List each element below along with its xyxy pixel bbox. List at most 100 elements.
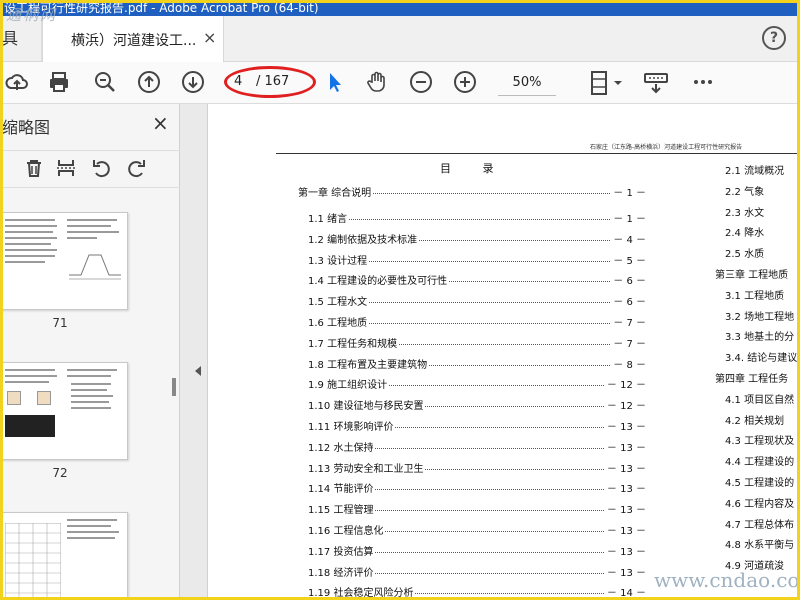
toc-entry-label: 1.13 劳动安全和工业卫生 (308, 459, 426, 475)
toc-entry[interactable]: 1.13 劳动安全和工业卫生 － 13 － (308, 459, 646, 476)
toc-entry-page: － 14 － (604, 584, 646, 600)
toc-entry[interactable]: 4.3 工程现状及 (725, 432, 794, 447)
header-rule (276, 153, 800, 154)
toc-entry-page: － 13 － (604, 480, 646, 496)
toc-entry-label: 1.7 工程任务和规模 (308, 334, 400, 350)
page-layout-icon[interactable] (54, 157, 78, 181)
trash-icon[interactable] (22, 157, 46, 181)
page-thumbnail[interactable] (0, 512, 128, 600)
toc-entry[interactable]: 2.4 降水 (725, 224, 764, 239)
zoom-out-icon[interactable] (408, 70, 434, 96)
toc-entry-label: 1.6 工程地质 (308, 314, 370, 329)
pane-resize-handle[interactable] (172, 378, 176, 396)
pane-collapse-strip[interactable] (180, 104, 208, 600)
toc-entry-page: － 13 － (604, 418, 646, 433)
toc-entry[interactable]: 2.1 流域概况 (725, 162, 784, 177)
undo-icon[interactable] (90, 157, 114, 181)
toc-entry[interactable]: 1.8 工程布置及主要建筑物 － 8 － (308, 355, 646, 372)
toc-entry[interactable]: 1.17 投资估算 － 13 － (308, 542, 646, 559)
toc-entry[interactable]: 2.5 水质 (725, 245, 764, 260)
collapse-arrow-icon[interactable] (194, 366, 202, 379)
toc-entry[interactable]: 4.5 工程建设的 (725, 474, 794, 489)
toc-entry[interactable]: 1.15 工程管理 － 13 － (308, 501, 646, 517)
redo-icon[interactable] (124, 157, 148, 181)
toc-entry[interactable]: 3.3 地基土的分 (725, 328, 794, 343)
page-up-icon[interactable] (136, 70, 162, 96)
fit-page-icon[interactable] (588, 70, 624, 96)
print-icon[interactable] (46, 70, 72, 96)
window-title: 设工程可行性研究报告.pdf - Adobe Acrobat Pro (64-b… (0, 0, 800, 16)
close-icon[interactable]: × (152, 111, 169, 135)
toc-entry-label: 1.8 工程布置及主要建筑物 (308, 355, 430, 371)
thumbnails-toolbar (0, 150, 180, 188)
toc-entry[interactable]: 1.9 施工组织设计 － 12 － (308, 376, 646, 392)
toc-entry[interactable]: 第四章 工程任务 (715, 370, 788, 385)
toc-entry-label: 1.1 绪言 (308, 210, 350, 225)
toc-entry[interactable]: 1.11 环境影响评价 － 13 － (308, 418, 646, 434)
toc-entry[interactable]: 4.2 相关规划 (725, 412, 784, 427)
tab-document-label: 横浜）河道建设工... (71, 33, 197, 49)
more-icon[interactable] (690, 70, 716, 96)
highlight-ellipse (224, 66, 316, 98)
upload-icon[interactable] (4, 70, 30, 96)
toc-entry[interactable]: 1.10 建设征地与移民安置 － 12 － (308, 397, 646, 413)
toc-entry[interactable]: 2.3 水文 (725, 204, 764, 219)
toc-entry[interactable]: 2.2 气象 (725, 183, 764, 198)
toc-entry[interactable]: 1.16 工程信息化 － 13 － (308, 522, 646, 538)
toc-entry[interactable]: 1.1 绪言 － 1 － (308, 210, 646, 226)
toc-entry-label: 1.9 施工组织设计 (308, 376, 390, 392)
close-icon[interactable]: × (203, 28, 216, 47)
toc-entry-page: － 13 － (604, 501, 646, 517)
toc-entry-label: 1.4 工程建设的必要性及可行性 (308, 272, 450, 288)
toc-entry[interactable]: 4.1 项目区自然 (725, 391, 794, 406)
toc-entry-page: － 6 － (611, 293, 646, 309)
toc-entry[interactable]: 1.12 水土保持 － 13 － (308, 438, 646, 455)
toc-entry[interactable]: 1.6 工程地质 － 7 － (308, 314, 646, 330)
toc-entry[interactable]: 4.8 水系平衡与 (725, 536, 794, 551)
page-thumbnail[interactable] (0, 212, 128, 310)
toc-entry[interactable]: 1.14 节能评价 － 13 － (308, 480, 646, 496)
toc-entry[interactable]: 4.6 工程内容及 (725, 495, 794, 510)
toolbar: 4 / 167 50% (0, 62, 800, 104)
toc-entry-page: － 13 － (604, 459, 646, 475)
toc-entry-page: － 5 － (611, 251, 646, 267)
select-cursor-icon[interactable] (322, 70, 348, 96)
toc-entry-page: － 8 － (611, 355, 646, 371)
tab-document[interactable]: 横浜）河道建设工... × (42, 16, 224, 63)
toc-entry[interactable]: 1.3 设计过程 － 5 － (308, 251, 646, 268)
toc-entry-label: 第一章 综合说明 (298, 184, 374, 199)
toc-entry-label: 1.19 社会稳定风险分析 (308, 584, 416, 600)
tab-bar: 具 横浜）河道建设工... × ? (0, 16, 800, 63)
toc-title: 目 录 (440, 162, 508, 175)
read-mode-icon[interactable] (642, 70, 672, 96)
toc-entry-page: － 13 － (604, 522, 646, 537)
toc-entry[interactable]: 3.4. 结论与建议 (725, 349, 797, 364)
toc-entry[interactable]: 1.2 编制依据及技术标准 － 4 － (308, 230, 646, 247)
toc-entry-page: － 12 － (604, 397, 646, 413)
toc-entry-label: 1.2 编制依据及技术标准 (308, 230, 420, 246)
toc-entry-page: － 6 － (611, 272, 646, 288)
toc-entry[interactable]: 1.18 经济评价 － 13 － (308, 563, 646, 580)
page-down-icon[interactable] (180, 70, 206, 96)
toc-entry-page: － 7 － (611, 334, 646, 350)
toc-entry[interactable]: 1.19 社会稳定风险分析 － 14 － (308, 584, 646, 600)
help-icon[interactable]: ? (762, 26, 786, 50)
page-thumbnail[interactable] (0, 362, 128, 460)
toc-entry[interactable]: 4.7 工程总体布 (725, 516, 794, 531)
zoom-in-icon[interactable] (452, 70, 478, 96)
toc-entry[interactable]: 第一章 综合说明 － 1 － (298, 184, 646, 200)
toc-entry[interactable]: 3.1 工程地质 (725, 287, 784, 302)
hand-tool-icon[interactable] (364, 70, 390, 96)
toc-entry-page: － 13 － (604, 563, 646, 579)
zoom-search-icon[interactable] (92, 70, 118, 96)
toc-entry-label: 1.11 环境影响评价 (308, 418, 396, 433)
toc-entry-label: 1.16 工程信息化 (308, 522, 386, 537)
toc-entry[interactable]: 1.5 工程水文 － 6 － (308, 293, 646, 309)
toc-entry[interactable]: 4.4 工程建设的 (725, 453, 794, 468)
toc-entry[interactable]: 1.7 工程任务和规模 － 7 － (308, 334, 646, 351)
zoom-level-select[interactable]: 50% (498, 70, 556, 96)
toc-entry[interactable]: 1.4 工程建设的必要性及可行性 － 6 － (308, 272, 646, 288)
toc-entry[interactable]: 3.2 场地工程地 (725, 308, 794, 323)
thumbnail-label: 71 (52, 316, 68, 330)
toc-entry[interactable]: 第三章 工程地质 (715, 266, 788, 281)
